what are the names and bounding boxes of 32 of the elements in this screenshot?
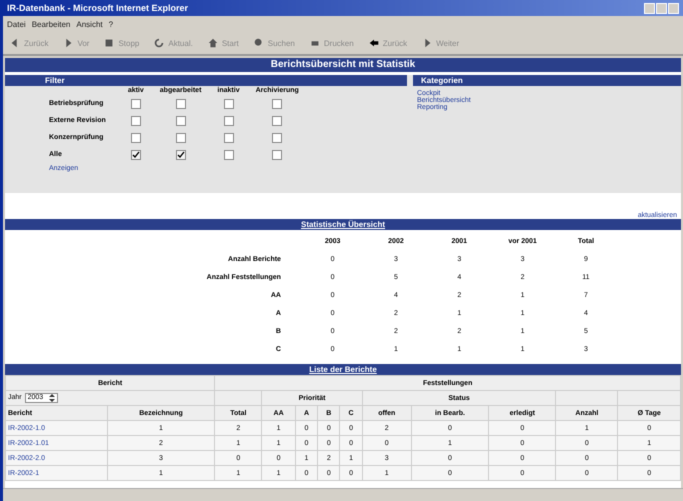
section-title: Statistische Übersicht <box>300 220 386 229</box>
menu-item[interactable]: ? <box>108 18 114 30</box>
checkbox[interactable] <box>272 98 282 108</box>
checkbox[interactable] <box>224 98 234 108</box>
checkbox[interactable] <box>176 98 186 108</box>
section-title: Kategorien <box>421 76 463 85</box>
checkbox[interactable] <box>224 132 234 142</box>
checkbox[interactable] <box>224 150 234 160</box>
checkbox[interactable] <box>130 98 141 108</box>
menu-item[interactable]: Datei <box>7 18 26 30</box>
checkbox[interactable] <box>272 132 282 142</box>
menu-item[interactable]: Bearbeiten <box>32 18 70 30</box>
window-title: IR-Datenbank - Microsoft Internet Explorer <box>7 3 188 13</box>
checkbox[interactable] <box>176 132 186 142</box>
home-icon <box>206 37 219 49</box>
checkbox[interactable] <box>176 150 186 160</box>
checkbox[interactable] <box>272 150 282 160</box>
checkbox[interactable] <box>130 116 141 126</box>
checkbox[interactable] <box>130 150 141 160</box>
checkbox[interactable] <box>272 116 282 126</box>
section-title: Filter <box>45 76 65 85</box>
window-buttons-icon[interactable] <box>644 2 679 14</box>
refresh-icon <box>153 37 166 49</box>
go-icon <box>368 37 380 49</box>
spinner-arrows-icon[interactable] <box>49 394 56 402</box>
checkbox[interactable] <box>130 132 141 142</box>
menu-item[interactable]: Ansicht <box>76 18 103 30</box>
stop-icon <box>103 37 116 49</box>
page-title: Berichtsübersicht mit Statistik <box>270 59 416 70</box>
checkbox[interactable] <box>224 116 234 126</box>
section-title: Liste der Berichte <box>309 365 377 374</box>
checkbox[interactable] <box>176 116 186 126</box>
